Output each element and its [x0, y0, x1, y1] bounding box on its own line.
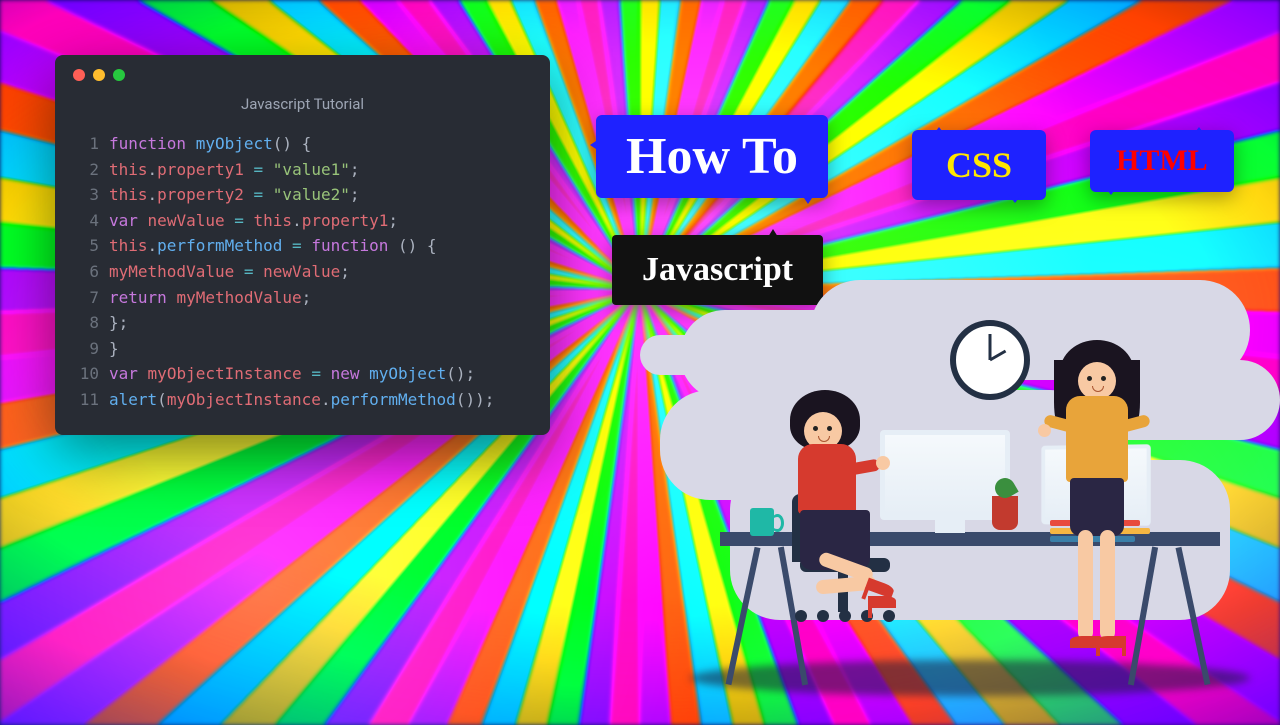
code-line: 5 this.performMethod = function () { [73, 233, 532, 259]
workspace-illustration [650, 280, 1270, 720]
line-number: 10 [73, 361, 99, 387]
line-number: 6 [73, 259, 99, 285]
code-line-content: } [109, 336, 119, 362]
code-line-content: this.property1 = "value1"; [109, 157, 360, 183]
line-number: 5 [73, 233, 99, 259]
code-line-content: return myMethodValue; [109, 285, 311, 311]
code-line-content: function myObject() { [109, 131, 311, 157]
code-line: 6 myMethodValue = newValue; [73, 259, 532, 285]
code-line: 11 alert(myObjectInstance.performMethod()… [73, 387, 532, 413]
monitor-icon [880, 430, 1010, 520]
code-line-content: myMethodValue = newValue; [109, 259, 350, 285]
close-icon [73, 69, 85, 81]
line-number: 4 [73, 208, 99, 234]
plant-icon [992, 496, 1018, 530]
code-line: 2 this.property1 = "value1"; [73, 157, 532, 183]
code-line: 1 function myObject() { [73, 131, 532, 157]
tag-css: CSS [912, 130, 1046, 200]
code-line-content: this.performMethod = function () { [109, 233, 437, 259]
person-sitting [790, 390, 860, 450]
code-block: 1function myObject() {2 this.property1 =… [73, 131, 532, 413]
line-number: 11 [73, 387, 99, 413]
person-standing [1060, 340, 1134, 404]
mug-icon [750, 508, 774, 536]
code-line: 9} [73, 336, 532, 362]
code-line: 10 var myObjectInstance = new myObject(); [73, 361, 532, 387]
line-number: 2 [73, 157, 99, 183]
clock-icon [950, 320, 1030, 400]
code-line-content: var newValue = this.property1; [109, 208, 398, 234]
line-number: 3 [73, 182, 99, 208]
line-number: 1 [73, 131, 99, 157]
editor-title: Javascript Tutorial [73, 95, 532, 113]
code-line: 3 this.property2 = "value2"; [73, 182, 532, 208]
tag-how-to: How To [596, 115, 828, 198]
line-number: 9 [73, 336, 99, 362]
floor-shadow [690, 660, 1250, 696]
code-line: 7 return myMethodValue; [73, 285, 532, 311]
line-number: 8 [73, 310, 99, 336]
line-number: 7 [73, 285, 99, 311]
code-line-content: alert(myObjectInstance.performMethod()); [109, 387, 494, 413]
code-line-content: var myObjectInstance = new myObject(); [109, 361, 475, 387]
code-line: 4 var newValue = this.property1; [73, 208, 532, 234]
tag-html: HTML [1090, 130, 1234, 192]
minimize-icon [93, 69, 105, 81]
window-traffic-lights [73, 69, 532, 81]
code-line: 8 }; [73, 310, 532, 336]
maximize-icon [113, 69, 125, 81]
code-line-content: this.property2 = "value2"; [109, 182, 360, 208]
code-editor-window: Javascript Tutorial 1 function myObject()… [55, 55, 550, 435]
code-line-content: }; [109, 310, 128, 336]
